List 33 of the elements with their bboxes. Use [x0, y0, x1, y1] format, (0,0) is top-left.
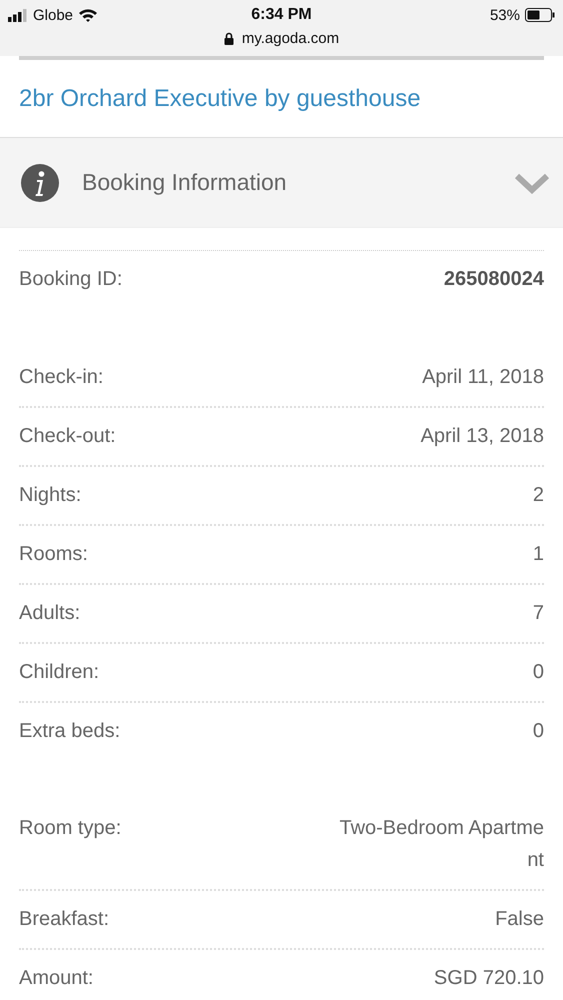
battery-percent: 53%	[490, 6, 520, 24]
field-value: 0	[532, 660, 544, 685]
field-value: 7	[532, 601, 544, 626]
battery-icon	[525, 8, 555, 22]
field-value: 1	[532, 542, 544, 567]
property-title-link[interactable]: 2br Orchard Executive by guesthouse	[19, 84, 421, 112]
field-label: Amount:	[19, 966, 94, 990]
field-value: April 13, 2018	[420, 424, 544, 449]
clock-time: 6:34 PM	[251, 6, 312, 24]
field-value: False	[495, 907, 544, 932]
field-label: Breakfast:	[19, 907, 110, 931]
field-label: Nights:	[19, 483, 82, 507]
field-value: SGD 720.10	[434, 966, 544, 991]
info-icon	[20, 162, 60, 202]
field-label: Check-in:	[19, 365, 104, 389]
lock-icon	[224, 32, 234, 45]
url-text[interactable]: my.agoda.com	[242, 30, 340, 47]
field-value: 265080024	[444, 267, 544, 292]
field-label: Adults:	[19, 601, 80, 625]
field-value: 2	[532, 483, 544, 508]
field-label: Extra beds:	[19, 719, 120, 743]
field-value: April 11, 2018	[422, 365, 544, 390]
field-value: Two-Bedroom Apartment	[338, 816, 544, 873]
wifi-icon	[78, 8, 98, 22]
field-value: 0	[532, 719, 544, 744]
field-label: Children:	[19, 660, 100, 684]
signal-icon	[8, 8, 28, 22]
field-label: Booking ID:	[19, 267, 122, 291]
field-label: Room type:	[19, 816, 122, 840]
field-label: Rooms:	[19, 542, 88, 566]
carrier-name: Globe	[33, 6, 74, 24]
section-header[interactable]: Booking Information	[0, 138, 563, 228]
field-label: Check-out:	[19, 424, 116, 448]
